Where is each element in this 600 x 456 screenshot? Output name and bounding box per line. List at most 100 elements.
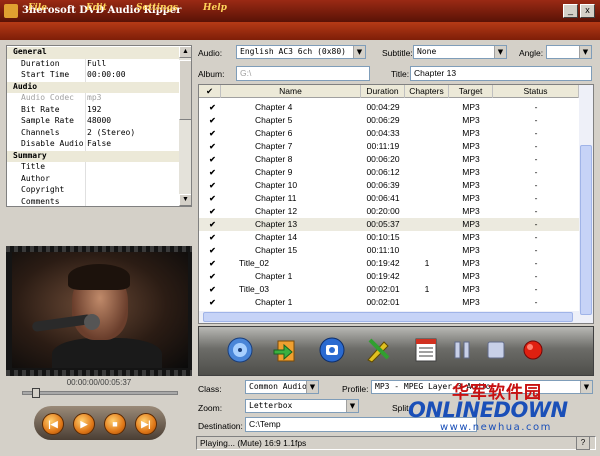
scroll-up-icon[interactable]: ▲	[179, 46, 191, 58]
menu-edit[interactable]: Edit	[86, 3, 107, 13]
property-row[interactable]: Duration Full	[7, 58, 179, 70]
chevron-down-icon[interactable]: ▼	[494, 46, 506, 58]
property-value[interactable]: False	[87, 139, 111, 148]
property-group[interactable]: General	[7, 47, 179, 59]
next-button[interactable]: ▶|	[135, 413, 157, 435]
minimize-button[interactable]: _	[563, 4, 578, 18]
table-row[interactable]: ✔ Title_02 00:19:42 1 MP3 -	[199, 257, 579, 270]
table-row[interactable]: ✔ Chapter 15 00:11:10 MP3 -	[199, 244, 579, 257]
column-header-chapters[interactable]: Chapters	[405, 85, 449, 98]
table-row[interactable]: ✔ Chapter 9 00:06:12 MP3 -	[199, 166, 579, 179]
property-value[interactable]: 48000	[87, 116, 111, 125]
property-row[interactable]: Comments	[7, 196, 179, 206]
table-row[interactable]: ✔ Chapter 14 00:10:15 MP3 -	[199, 231, 579, 244]
row-checkbox[interactable]: ✔	[208, 285, 217, 294]
snapshot-icon[interactable]	[318, 336, 346, 364]
table-horizontal-scrollbar[interactable]	[199, 311, 579, 323]
stop-icon[interactable]	[486, 340, 506, 360]
property-row[interactable]: Copyright	[7, 185, 179, 197]
row-checkbox[interactable]: ✔	[208, 168, 217, 177]
property-grid[interactable]: General Duration Full Start Time 00:00:00 Aud…	[6, 45, 192, 207]
table-row[interactable]: ✔ Chapter 1 00:19:42 MP3 -	[199, 270, 579, 283]
row-checkbox[interactable]: ✔	[208, 220, 217, 229]
previous-button[interactable]: |◀	[42, 413, 64, 435]
property-row[interactable]: Author	[7, 173, 179, 185]
table-row[interactable]: ✔ Chapter 1 00:02:01 MP3 -	[199, 296, 579, 309]
property-row[interactable]: Audio Codec mp3	[7, 93, 179, 105]
property-value[interactable]: 2 (Stereo)	[87, 128, 135, 137]
row-checkbox[interactable]: ✔	[208, 129, 217, 138]
property-row[interactable]: Sample Rate 48000	[7, 116, 179, 128]
table-row[interactable]: ✔ Chapter 7 00:11:19 MP3 -	[199, 140, 579, 153]
close-button[interactable]: x	[580, 4, 595, 18]
row-checkbox[interactable]: ✔	[208, 103, 217, 112]
subtitle-select[interactable]: None ▼	[413, 45, 507, 59]
row-checkbox[interactable]: ✔	[208, 142, 217, 151]
table-row[interactable]: ✔ Chapter 10 00:06:39 MP3 -	[199, 179, 579, 192]
property-row[interactable]: Bit Rate 192	[7, 104, 179, 116]
chevron-down-icon[interactable]: ▼	[353, 46, 365, 58]
column-header-check[interactable]: ✔	[199, 85, 221, 98]
record-icon[interactable]	[522, 339, 544, 361]
zoom-select[interactable]: Letterbox ▼	[245, 399, 359, 413]
table-row[interactable]: ✔ Chapter 8 00:06:20 MP3 -	[199, 153, 579, 166]
column-header-status[interactable]: Status	[493, 85, 579, 98]
menu-settings[interactable]: Settings	[136, 3, 178, 13]
row-checkbox[interactable]: ✔	[208, 246, 217, 255]
chevron-down-icon[interactable]: ▼	[580, 381, 592, 393]
property-group[interactable]: Summary	[7, 150, 179, 162]
track-table[interactable]: ✔ Name Duration Chapters Target Status ✔…	[198, 84, 594, 324]
help-button[interactable]: ?	[576, 436, 590, 450]
row-checkbox[interactable]: ✔	[208, 155, 217, 164]
property-value[interactable]: 192	[87, 105, 101, 114]
row-checkbox[interactable]: ✔	[208, 181, 217, 190]
row-checkbox[interactable]: ✔	[208, 233, 217, 242]
column-header-target[interactable]: Target	[449, 85, 493, 98]
dvd-load-icon[interactable]	[226, 336, 254, 364]
row-checkbox[interactable]: ✔	[208, 194, 217, 203]
angle-select[interactable]: ▼	[546, 45, 592, 59]
class-select[interactable]: Common Audio ▼	[245, 380, 319, 394]
property-value[interactable]: Full	[87, 59, 106, 68]
pause-icon[interactable]	[452, 340, 472, 360]
chevron-down-icon[interactable]: ▼	[579, 46, 591, 58]
table-row[interactable]: ✔ Chapter 12 00:20:00 MP3 -	[199, 205, 579, 218]
table-row[interactable]: ✔ Chapter 5 00:06:29 MP3 -	[199, 114, 579, 127]
play-button[interactable]: ▶	[73, 413, 95, 435]
edit-tools-icon[interactable]	[364, 336, 392, 364]
menu-help[interactable]: Help	[203, 3, 227, 13]
property-value[interactable]: mp3	[87, 93, 101, 102]
property-group[interactable]: Audio	[7, 81, 179, 93]
scroll-thumb[interactable]	[179, 60, 191, 120]
row-checkbox[interactable]: ✔	[208, 207, 217, 216]
table-vertical-scrollbar[interactable]	[579, 85, 593, 323]
chevron-down-icon[interactable]: ▼	[346, 400, 358, 412]
row-checkbox[interactable]: ✔	[208, 259, 217, 268]
property-row[interactable]: Start Time 00:00:00	[7, 70, 179, 82]
menu-file[interactable]: File	[28, 3, 47, 13]
row-checkbox[interactable]: ✔	[208, 116, 217, 125]
table-row[interactable]: ✔ Chapter 13 00:05:37 MP3 -	[199, 218, 579, 231]
scroll-thumb[interactable]	[580, 145, 592, 315]
property-row[interactable]: Disable Audio False	[7, 139, 179, 151]
scroll-down-icon[interactable]: ▼	[179, 194, 191, 206]
column-header-duration[interactable]: Duration	[361, 85, 405, 98]
scroll-thumb[interactable]	[203, 312, 573, 322]
seek-slider[interactable]	[32, 388, 40, 398]
chevron-down-icon[interactable]: ▼	[306, 381, 318, 393]
profile-list-icon[interactable]	[412, 336, 440, 364]
property-value[interactable]: 00:00:00	[87, 70, 126, 79]
table-row[interactable]: ✔ Chapter 6 00:04:33 MP3 -	[199, 127, 579, 140]
table-row[interactable]: ✔ Chapter 4 00:04:29 MP3 -	[199, 101, 579, 114]
table-row[interactable]: ✔ Title_03 00:02:01 1 MP3 -	[199, 283, 579, 296]
title-input[interactable]: Chapter 13	[410, 66, 592, 81]
audio-select[interactable]: English AC3 6ch (0x80) ▼	[236, 45, 366, 59]
row-checkbox[interactable]: ✔	[208, 298, 217, 307]
property-scrollbar[interactable]: ▲ ▼	[179, 46, 191, 206]
stop-button[interactable]: ■	[104, 413, 126, 435]
property-row[interactable]: Title	[7, 162, 179, 174]
seek-track[interactable]	[22, 391, 178, 395]
row-checkbox[interactable]: ✔	[208, 272, 217, 281]
table-row[interactable]: ✔ Chapter 11 00:06:41 MP3 -	[199, 192, 579, 205]
column-header-name[interactable]: Name	[221, 85, 361, 98]
